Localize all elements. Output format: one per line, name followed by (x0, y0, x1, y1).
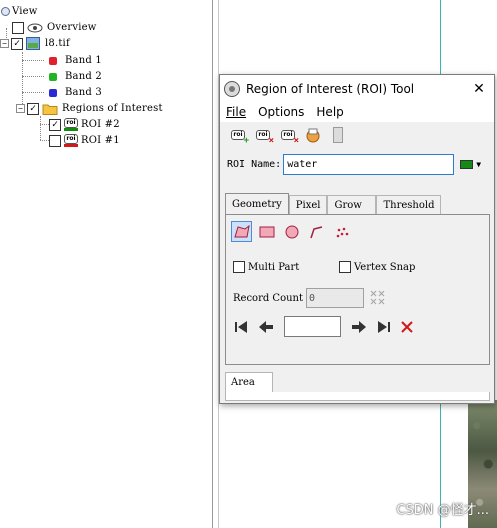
chevron-down-icon: ▼ (476, 159, 482, 169)
record-count-label: Record Count (233, 292, 303, 304)
disabled-tool-icon (328, 125, 348, 145)
roi-group-checkbox[interactable]: ✓ (27, 102, 39, 115)
app-icon (224, 80, 240, 97)
new-roi-icon[interactable]: roi + (228, 125, 249, 146)
roi-1-checkbox[interactable] (49, 134, 61, 147)
tree-label-roi: ROI #1 (81, 135, 120, 146)
rectangle-icon[interactable] (256, 221, 277, 242)
delete-record-icon[interactable] (397, 317, 417, 337)
tree-guide-line (40, 140, 49, 141)
first-record-icon[interactable] (232, 317, 252, 337)
tree-node-roi-1[interactable]: roi ROI #1 (49, 133, 120, 148)
roi-icon: roi (64, 118, 78, 131)
roi-tool-dialog: Region of Interest (ROI) Tool ✕ File Opt… (219, 74, 495, 404)
layer-tree-panel: View Overview − ✓ l8.tif Band 1 Band 2 B… (0, 0, 213, 528)
roi-2-checkbox[interactable]: ✓ (49, 118, 61, 131)
menu-options[interactable]: Options (258, 105, 304, 119)
file-checkbox[interactable]: ✓ (11, 37, 23, 50)
dialog-titlebar[interactable]: Region of Interest (ROI) Tool ✕ (220, 75, 494, 102)
tree-node-regions-of-interest[interactable]: − ✓ Regions of Interest (16, 101, 163, 116)
tab-area[interactable]: Area (225, 372, 273, 392)
area-panel (225, 392, 490, 401)
overview-checkbox[interactable] (12, 21, 24, 34)
multi-part-label: Multi Part (248, 261, 300, 273)
geometry-panel: Multi Part Vertex Snap Record Count 0 (225, 214, 490, 365)
tree-label-band: Band 1 (65, 55, 102, 66)
tree-guide-line (40, 116, 41, 140)
tab-threshold[interactable]: Threshold (376, 195, 442, 214)
record-number-input[interactable] (284, 316, 341, 337)
polygon-icon[interactable] (231, 221, 252, 242)
last-record-icon[interactable] (373, 317, 393, 337)
tab-pixel[interactable]: Pixel (288, 195, 328, 214)
delete-roi-icon[interactable]: roi × (253, 125, 274, 146)
tree-label-overview: Overview (47, 22, 97, 33)
tab-geometry[interactable]: Geometry (225, 193, 289, 214)
tree-guide-line (40, 124, 49, 125)
blue-band-icon (49, 88, 57, 97)
previous-record-icon[interactable] (256, 317, 276, 337)
roi-toolbar: roi + roi × roi × (220, 122, 494, 148)
folder-icon (42, 104, 58, 115)
tree-guide-line (22, 76, 44, 77)
tree-guide-line (22, 92, 44, 93)
roi-tabs: Geometry Pixel Grow Threshold (225, 193, 442, 214)
tree-label-file: l8.tif (45, 38, 70, 49)
roi-name-row: ROI Name: ▼ (220, 150, 494, 178)
geometry-tools (231, 221, 352, 242)
polyline-icon[interactable] (306, 221, 327, 242)
tree-guide-line (22, 60, 44, 61)
tree-label-band: Band 2 (65, 71, 102, 82)
multi-part-option[interactable]: Multi Part (233, 261, 299, 273)
tree-node-roi-2[interactable]: ✓ roi ROI #2 (49, 117, 120, 132)
vertex-snap-label: Vertex Snap (354, 261, 416, 273)
eye-icon (27, 23, 43, 32)
tree-label-regions: Regions of Interest (62, 103, 163, 114)
record-count-field: 0 (306, 288, 364, 308)
green-band-icon (49, 72, 57, 81)
watermark: CSDN @怪才... (396, 503, 489, 518)
tree-label-band: Band 3 (65, 87, 102, 98)
multi-part-checkbox[interactable] (233, 261, 245, 273)
delete-all-roi-icon[interactable]: roi × (278, 125, 299, 146)
clear-records-icon (370, 290, 385, 305)
menu-help[interactable]: Help (316, 105, 343, 119)
close-icon[interactable]: ✕ (464, 81, 494, 97)
roi-name-input[interactable] (283, 153, 455, 175)
collapse-toggle[interactable]: − (16, 104, 25, 113)
color-swatch (460, 159, 474, 169)
tree-node-band-3[interactable]: Band 3 (49, 85, 102, 100)
record-navigation (232, 316, 417, 337)
point-icon[interactable] (331, 221, 352, 242)
tab-grow[interactable]: Grow (327, 195, 377, 214)
tree-node-file[interactable]: − ✓ l8.tif (0, 36, 70, 51)
roi-color-picker[interactable]: ▼ (460, 159, 482, 169)
roi-icon: roi (64, 134, 78, 147)
menu-bar: File Options Help (220, 102, 494, 122)
vertex-snap-checkbox[interactable] (339, 261, 351, 273)
red-band-icon (49, 56, 57, 65)
tree-label-roi: ROI #2 (81, 119, 120, 130)
goto-roi-icon[interactable] (303, 125, 323, 145)
tree-node-overview[interactable]: Overview (12, 20, 96, 35)
tree-node-band-1[interactable]: Band 1 (49, 53, 102, 68)
roi-name-label: ROI Name: (227, 158, 282, 170)
view-icon (1, 7, 10, 16)
menu-file[interactable]: File (226, 105, 246, 119)
vertex-snap-option[interactable]: Vertex Snap (339, 261, 415, 273)
tree-node-band-2[interactable]: Band 2 (49, 69, 102, 84)
dialog-title: Region of Interest (ROI) Tool (246, 81, 415, 96)
tree-label-view: View (12, 6, 38, 17)
tree-guide-line (22, 52, 23, 92)
collapse-toggle[interactable]: − (0, 39, 9, 48)
raster-image-icon (26, 37, 40, 50)
ellipse-icon[interactable] (281, 221, 302, 242)
next-record-icon[interactable] (349, 317, 369, 337)
record-count-row: Record Count 0 (233, 288, 387, 308)
tree-node-view[interactable]: View (0, 4, 38, 19)
